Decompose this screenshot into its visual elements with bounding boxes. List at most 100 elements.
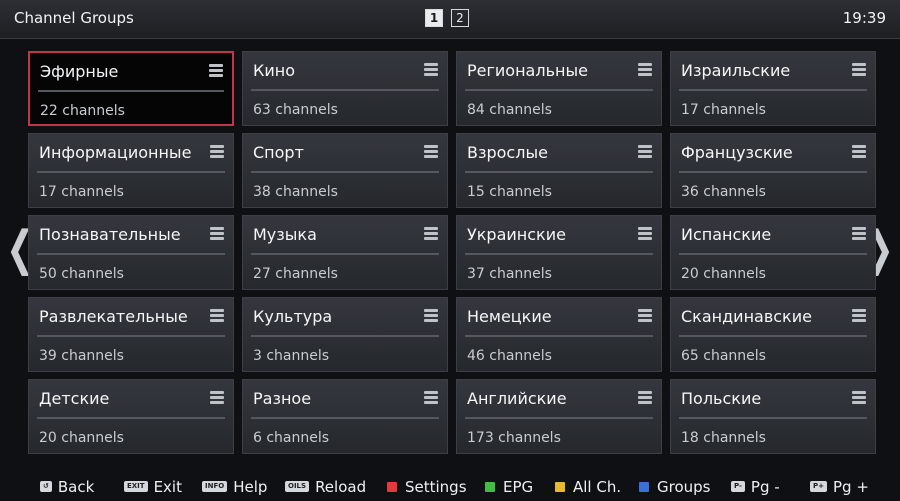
back-label: Back [57, 477, 95, 496]
group-tile-muzyka[interactable]: Музыка 27 channels [242, 215, 448, 290]
list-icon [210, 309, 224, 323]
group-name: Украинские [467, 225, 566, 244]
page-up-button[interactable]: P+ Pg + [810, 478, 869, 496]
group-tile-detskie[interactable]: Детские 20 channels [28, 379, 234, 454]
list-icon [210, 227, 224, 241]
divider [465, 417, 653, 419]
group-tile-sport[interactable]: Спорт 38 channels [242, 133, 448, 208]
channel-count: 39 channels [39, 348, 124, 364]
divider [37, 417, 225, 419]
group-tile-informatsionnye[interactable]: Информационные 17 channels [28, 133, 234, 208]
channel-count: 36 channels [681, 184, 766, 200]
remote-key-legend: ↺ Back EXIT Exit INFO Help OILS Reload S… [0, 472, 900, 501]
green-key-icon [485, 481, 495, 492]
yellow-key-icon [555, 481, 565, 492]
group-tile-nemetskie[interactable]: Немецкие 46 channels [456, 297, 662, 372]
group-tile-regionalnye[interactable]: Региональные 84 channels [456, 51, 662, 126]
page-plus-key-icon: P+ [810, 481, 827, 492]
group-tile-skandinavskie[interactable]: Скандинавские 65 channels [670, 297, 876, 372]
group-name: Развлекательные [39, 307, 188, 326]
group-tile-poznavatelnye[interactable]: Познавательные 50 channels [28, 215, 234, 290]
divider [465, 253, 653, 255]
divider [251, 417, 439, 419]
list-icon [424, 227, 438, 241]
group-name: Региональные [467, 61, 588, 80]
epg-label: EPG [503, 477, 534, 496]
group-name: Английские [467, 389, 567, 408]
divider [679, 171, 867, 173]
list-icon [210, 391, 224, 405]
exit-label: Exit [153, 477, 182, 496]
list-icon [424, 391, 438, 405]
divider [679, 89, 867, 91]
reload-label: Reload [315, 477, 367, 496]
group-name: Испанские [681, 225, 772, 244]
page-2-button[interactable]: 2 [451, 9, 469, 27]
channel-count: 63 channels [253, 102, 338, 118]
list-icon [638, 309, 652, 323]
list-icon [210, 145, 224, 159]
group-name: Скандинавские [681, 307, 812, 326]
group-tile-vzroslye[interactable]: Взрослые 15 channels [456, 133, 662, 208]
group-name: Немецкие [467, 307, 552, 326]
divider [465, 89, 653, 91]
list-icon [852, 309, 866, 323]
back-button[interactable]: ↺ Back [40, 478, 94, 496]
group-tile-raznoe[interactable]: Разное 6 channels [242, 379, 448, 454]
group-name: Музыка [253, 225, 317, 244]
channel-count: 27 channels [253, 266, 338, 282]
divider [679, 253, 867, 255]
group-tile-ukrainskie[interactable]: Украинские 37 channels [456, 215, 662, 290]
divider [251, 171, 439, 173]
channel-count: 17 channels [39, 184, 124, 200]
list-icon [852, 391, 866, 405]
group-name: Взрослые [467, 143, 548, 162]
divider [38, 90, 224, 92]
clock: 19:39 [842, 9, 886, 27]
group-name: Разное [253, 389, 312, 408]
channel-count: 3 channels [253, 348, 330, 364]
channel-count: 20 channels [39, 430, 124, 446]
list-icon [638, 63, 652, 77]
settings-button[interactable]: Settings [387, 478, 467, 496]
group-tile-frantsuzskie[interactable]: Французские 36 channels [670, 133, 876, 208]
groups-button[interactable]: Groups [639, 478, 710, 496]
divider [465, 171, 653, 173]
group-tile-efirnye[interactable]: Эфирные 22 channels [28, 51, 234, 126]
blue-key-icon [639, 481, 649, 492]
list-icon [852, 145, 866, 159]
group-tile-polskie[interactable]: Польские 18 channels [670, 379, 876, 454]
divider [37, 171, 225, 173]
list-icon [424, 309, 438, 323]
channel-count: 6 channels [253, 430, 330, 446]
group-tile-ispanskie[interactable]: Испанские 20 channels [670, 215, 876, 290]
channel-count: 15 channels [467, 184, 552, 200]
group-tile-kultura[interactable]: Культура 3 channels [242, 297, 448, 372]
list-icon [852, 227, 866, 241]
divider [251, 253, 439, 255]
channel-count: 22 channels [40, 103, 125, 119]
page-indicator: 1 2 [425, 9, 469, 27]
all-channels-button[interactable]: All Ch. [555, 478, 621, 496]
list-icon [424, 145, 438, 159]
channel-group-grid: Эфирные 22 channels Кино 63 channels Рег… [28, 51, 876, 454]
page-down-button[interactable]: P- Pg - [731, 478, 780, 496]
exit-key-icon: EXIT [124, 481, 148, 492]
divider [251, 89, 439, 91]
reload-button[interactable]: OILS Reload [285, 478, 366, 496]
list-icon [638, 145, 652, 159]
channel-count: 38 channels [253, 184, 338, 200]
group-name: Культура [253, 307, 333, 326]
group-tile-kino[interactable]: Кино 63 channels [242, 51, 448, 126]
help-button[interactable]: INFO Help [202, 478, 267, 496]
top-bar: Channel Groups 1 2 19:39 [0, 0, 900, 39]
group-name: Познавательные [39, 225, 181, 244]
settings-label: Settings [405, 477, 467, 496]
page-1-button[interactable]: 1 [425, 9, 443, 27]
group-tile-izrailskie[interactable]: Израильские 17 channels [670, 51, 876, 126]
exit-button[interactable]: EXIT Exit [124, 478, 182, 496]
epg-button[interactable]: EPG [485, 478, 533, 496]
group-tile-razvlekatelnye[interactable]: Развлекательные 39 channels [28, 297, 234, 372]
group-name: Польские [681, 389, 762, 408]
group-tile-angliyskie[interactable]: Английские 173 channels [456, 379, 662, 454]
